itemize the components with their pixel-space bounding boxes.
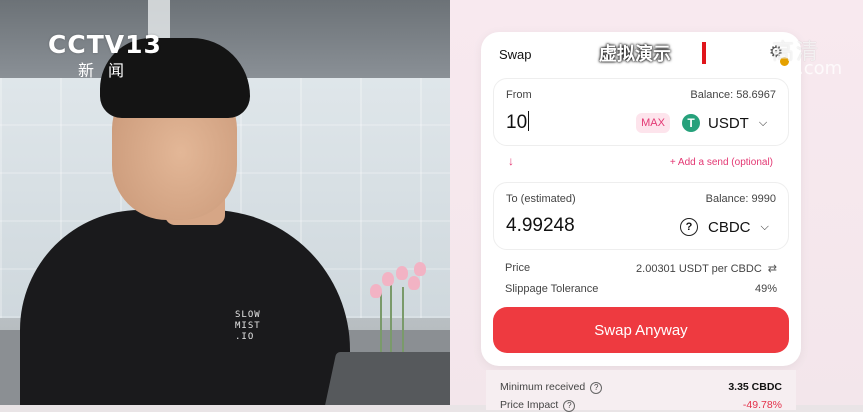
question-icon: ?	[680, 218, 698, 236]
text-caret	[528, 111, 530, 131]
to-token-selector[interactable]: ? CBDC ⌵	[680, 216, 769, 238]
from-token-label: USDT	[708, 114, 749, 132]
laptop	[323, 352, 450, 405]
max-button[interactable]: MAX	[636, 113, 670, 133]
min-received-row: Minimum received? 3.35 CBDC	[500, 381, 782, 394]
price-label: Price	[505, 262, 531, 274]
from-amount-input[interactable]: 10	[506, 111, 530, 134]
demo-caption-bar	[702, 42, 706, 64]
min-received-value: 3.35 CBDC	[728, 381, 782, 393]
swap-details: Minimum received? 3.35 CBDC Price Impact…	[486, 370, 796, 412]
swap-title: Swap	[499, 47, 532, 62]
tether-icon: T	[682, 114, 700, 132]
price-value: 2.00301 USDT per CBDC	[636, 263, 762, 275]
news-video-frame: SLOW MIST .IO CCTV13 新闻	[0, 0, 450, 405]
price-impact-row: Price Impact? -49.78%	[500, 399, 782, 412]
chevron-down-icon: ⌵	[760, 220, 769, 233]
to-label: To (estimated)	[506, 193, 576, 205]
from-balance: Balance: 58.6967	[690, 89, 776, 101]
channel-logo: CCTV13	[48, 30, 162, 59]
arrow-down-icon[interactable]: ↓	[508, 154, 514, 168]
swap-arrows-icon[interactable]: ⇄	[768, 263, 777, 275]
info-icon[interactable]: ?	[563, 400, 576, 412]
demo-caption: 虚拟演示	[599, 44, 671, 65]
slippage-value: 49%	[754, 283, 777, 295]
to-panel: To (estimated) Balance: 9990 4.99248 ? C…	[493, 182, 789, 250]
chevron-down-icon: ⌵	[758, 116, 768, 129]
from-amount-value: 10	[506, 112, 528, 133]
from-label: From	[506, 89, 532, 101]
swap-card: Swap 虚拟演示 ⚙ From Balance: 58.6967 10 MAX…	[481, 32, 801, 366]
flower-vase	[360, 262, 430, 352]
info-icon[interactable]: ?	[590, 382, 603, 394]
cctv-logo: CCTV13 新闻	[48, 30, 162, 81]
from-panel: From Balance: 58.6967 10 MAX T USDT ⌵	[493, 78, 789, 146]
shirt-logo-text: SLOW MIST .IO	[235, 310, 261, 342]
to-token-label: CBDC	[708, 218, 751, 236]
channel-sub: 新闻	[78, 61, 139, 80]
min-received-label: Minimum received	[500, 381, 586, 393]
add-send-link[interactable]: + Add a send (optional)	[670, 157, 773, 168]
slippage-row: Slippage Tolerance 49%	[505, 283, 777, 295]
price-row: Price 2.00301 USDT per CBDC ⇄	[505, 262, 777, 275]
watermark-com: .com	[798, 58, 843, 79]
watermark: 高清 .com	[772, 34, 842, 79]
to-balance: Balance: 9990	[705, 193, 776, 205]
swap-anyway-button[interactable]: Swap Anyway	[493, 307, 789, 353]
slippage-label: Slippage Tolerance	[505, 283, 599, 295]
price-impact-value: -49.78%	[742, 399, 782, 411]
price-impact-label: Price Impact	[500, 399, 559, 411]
from-token-selector[interactable]: T USDT ⌵	[682, 112, 767, 134]
to-amount-value[interactable]: 4.99248	[506, 215, 575, 237]
